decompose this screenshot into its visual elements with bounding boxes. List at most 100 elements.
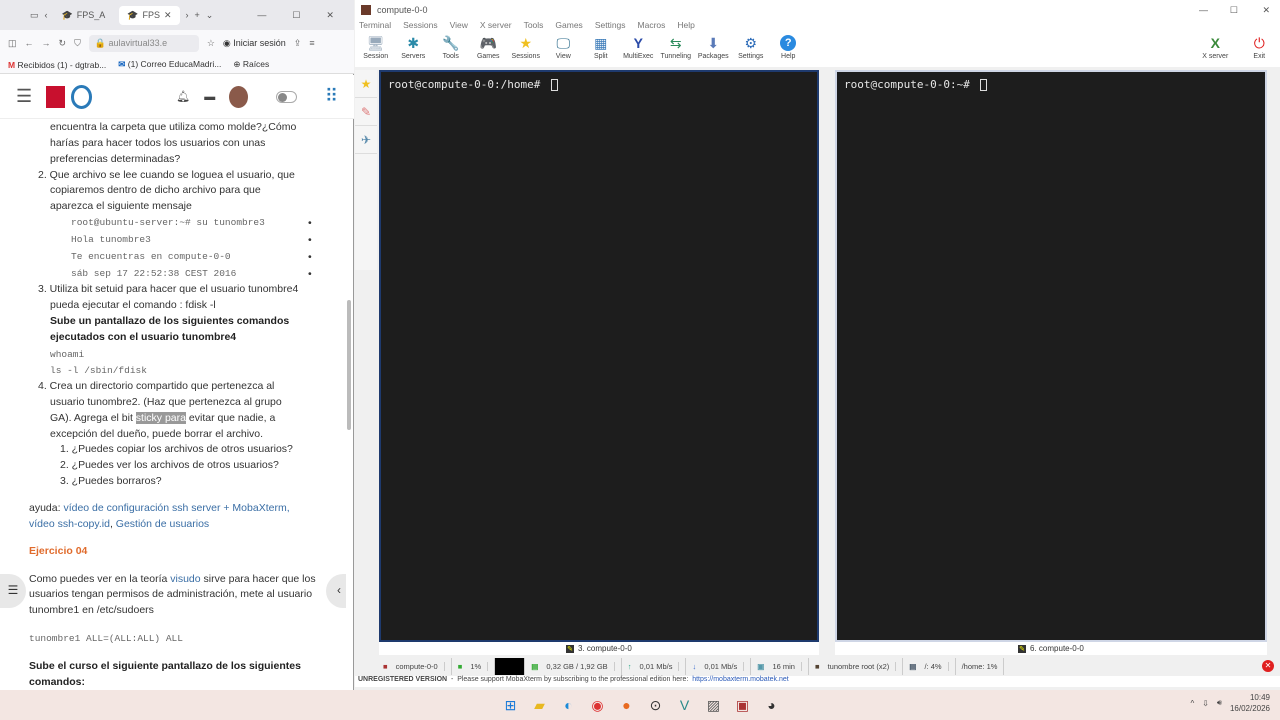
toc-button[interactable]: ☰	[0, 574, 26, 608]
menu-icon[interactable]: ≡	[309, 38, 314, 48]
link-visudo[interactable]: visudo	[170, 573, 200, 585]
menu-terminal[interactable]: Terminal	[359, 20, 391, 33]
bookmark-correo[interactable]: ✉ (1) Correo EducaMadri...	[118, 59, 221, 70]
tool-games[interactable]: 🎮 Games	[470, 33, 508, 67]
bookmark-raices[interactable]: ⊕ Raíces	[233, 59, 269, 70]
tool-help[interactable]: ? Help	[770, 33, 808, 67]
sub-question: 1. ¿Puedes copiar los archivos de otros …	[60, 443, 293, 455]
signin-button[interactable]: ◉ Iniciar sesión	[223, 38, 286, 49]
apps-grid-icon[interactable]: ⠿	[325, 86, 338, 107]
terminal-scrollbar[interactable]	[820, 70, 828, 642]
title-bar: compute-0-0 — ☐ ✕	[355, 0, 1280, 20]
hamburger-icon[interactable]: ☰	[16, 86, 32, 107]
menu-settings[interactable]: Settings	[595, 20, 626, 33]
close-button[interactable]: ✕	[326, 10, 334, 21]
tab-list-button[interactable]: ⌄	[206, 10, 214, 21]
file-explorer-icon[interactable]: ▰	[528, 693, 552, 717]
tab-scroll-right[interactable]: ›	[186, 10, 189, 20]
bookmark-star-icon[interactable]: ☆	[207, 38, 215, 49]
link-ssh-copy-id[interactable]: vídeo ssh-copy.id	[29, 518, 110, 530]
back-button[interactable]: ←	[25, 38, 34, 48]
chevron-up-icon[interactable]: ^	[1190, 699, 1194, 708]
tool-settings[interactable]: ⚙ Settings	[732, 33, 770, 67]
mobatek-link[interactable]: https://mobaxterm.mobatek.net	[692, 676, 789, 683]
obs-icon[interactable]: ⊙	[644, 693, 668, 717]
menu-macros[interactable]: Macros	[638, 20, 666, 33]
menu-sessions[interactable]: Sessions	[403, 20, 438, 33]
close-button[interactable]: ✕	[1262, 5, 1270, 16]
chrome-icon[interactable]: ◉	[586, 693, 610, 717]
new-tab-button[interactable]: +	[195, 10, 200, 20]
tool-packages[interactable]: ⬇ Packages	[695, 33, 733, 67]
tool-xserver[interactable]: X X server	[1197, 33, 1235, 60]
usb-icon[interactable]: ⇩	[1202, 699, 1209, 708]
maximize-button[interactable]: ☐	[292, 10, 300, 21]
tool-label: Packages	[697, 53, 729, 60]
status-cpu: ■ 1%	[452, 658, 496, 675]
code-line: tunombre1 ALL=(ALL:ALL) ALL	[29, 633, 183, 644]
tool-split[interactable]: ▦ Split	[582, 33, 620, 67]
aula-virtual-logo[interactable]	[70, 84, 93, 109]
minimize-button[interactable]: —	[1199, 5, 1208, 15]
macros-tab[interactable]: ✈	[355, 126, 377, 154]
tool-exit[interactable]: ⏻ Exit	[1241, 33, 1279, 60]
maximize-button[interactable]: ☐	[1230, 5, 1238, 16]
shield-icon[interactable]: ⛉	[74, 38, 81, 49]
url-bar[interactable]: 🔒 aulavirtual33.e	[88, 34, 199, 52]
bell-icon[interactable]: 🔔︎	[176, 90, 190, 103]
bookmark-gmail[interactable]: M Recibidos (1) - dgtrab...	[8, 60, 106, 70]
code-line: Hola tunombre3	[71, 234, 151, 245]
tool-view[interactable]: 🖵 View	[545, 33, 583, 67]
speaker-icon[interactable]: 🔊︎	[1217, 698, 1222, 708]
vscode-icon[interactable]: V	[673, 693, 697, 717]
tool-multiexec[interactable]: Y MultiExec	[620, 33, 658, 67]
start-button[interactable]: ⊞	[499, 693, 523, 717]
minimize-button[interactable]: —	[257, 10, 266, 20]
menu-tools[interactable]: Tools	[524, 20, 544, 33]
clock[interactable]: 10:49 16/02/2026	[1230, 692, 1270, 714]
user-avatar[interactable]	[229, 85, 249, 108]
browser-tab[interactable]: 🎓 FPS_A	[54, 6, 114, 25]
tool-label: Split	[593, 53, 608, 60]
terminal-pane-2[interactable]: root@compute-0-0:~#	[835, 70, 1267, 642]
tools-tab[interactable]: ✎	[355, 98, 377, 126]
pane-label-1[interactable]: ✎ 3. compute-0-0	[379, 642, 819, 655]
reload-button[interactable]: ↻	[59, 38, 67, 49]
app-icon[interactable]: ▨	[702, 693, 726, 717]
tool-sessions[interactable]: ★ Sessions	[507, 33, 545, 67]
tool-session[interactable]: 🖥 Session	[357, 33, 395, 67]
tool-tunneling[interactable]: ⇆ Tunneling	[657, 33, 695, 67]
tool-tools[interactable]: 🔧 Tools	[432, 33, 470, 67]
collapse-drawer-button[interactable]: ‹	[326, 574, 346, 608]
comunidad-madrid-logo[interactable]	[46, 85, 65, 108]
pane-label-2[interactable]: ✎ 6. compute-0-0	[835, 642, 1267, 655]
menu-view[interactable]: View	[450, 20, 468, 33]
link-ssh-video[interactable]: vídeo de configuración ssh server + Moba…	[63, 502, 289, 514]
tab-overview-icon[interactable]: ▭	[30, 10, 39, 21]
text-line: encuentra la carpeta que utiliza como mo…	[50, 121, 297, 133]
menu-help[interactable]: Help	[677, 20, 694, 33]
forward-button[interactable]: →	[42, 38, 51, 48]
scrollbar[interactable]	[347, 300, 351, 430]
sessions-star-tab[interactable]: ★	[355, 70, 377, 98]
chat-icon[interactable]: ▬	[204, 91, 215, 103]
toggle-switch[interactable]	[276, 90, 297, 103]
terminal-pane-1[interactable]: root@compute-0-0:/home#	[379, 70, 819, 642]
edge-icon[interactable]: ◐	[557, 693, 581, 717]
link-gestion-usuarios[interactable]: Gestión de usuarios	[116, 518, 209, 530]
split-icon: ▦	[594, 35, 608, 51]
close-tab-icon[interactable]: ✕	[164, 10, 172, 21]
browser-tab-active[interactable]: 🎓 FPS ✕	[119, 5, 180, 25]
tool-servers[interactable]: ✱ Servers	[395, 33, 433, 67]
close-session-button[interactable]: ✕	[1262, 660, 1274, 672]
mobaxterm-taskbar-icon[interactable]: ▣	[731, 693, 755, 717]
extensions-icon[interactable]: ◫	[8, 38, 17, 49]
share-icon[interactable]: ⇪	[294, 38, 302, 49]
firefox-icon[interactable]: ●	[615, 693, 639, 717]
tab-scroll-left[interactable]: ‹	[45, 10, 48, 20]
menu-xserver[interactable]: X server	[480, 20, 512, 33]
tools-icon: 🔧	[442, 35, 460, 51]
unregistered-banner: UNREGISTERED VERSION - Please support Mo…	[355, 676, 1280, 687]
app-icon-active[interactable]: ◕	[760, 693, 784, 717]
menu-games[interactable]: Games	[555, 20, 582, 33]
